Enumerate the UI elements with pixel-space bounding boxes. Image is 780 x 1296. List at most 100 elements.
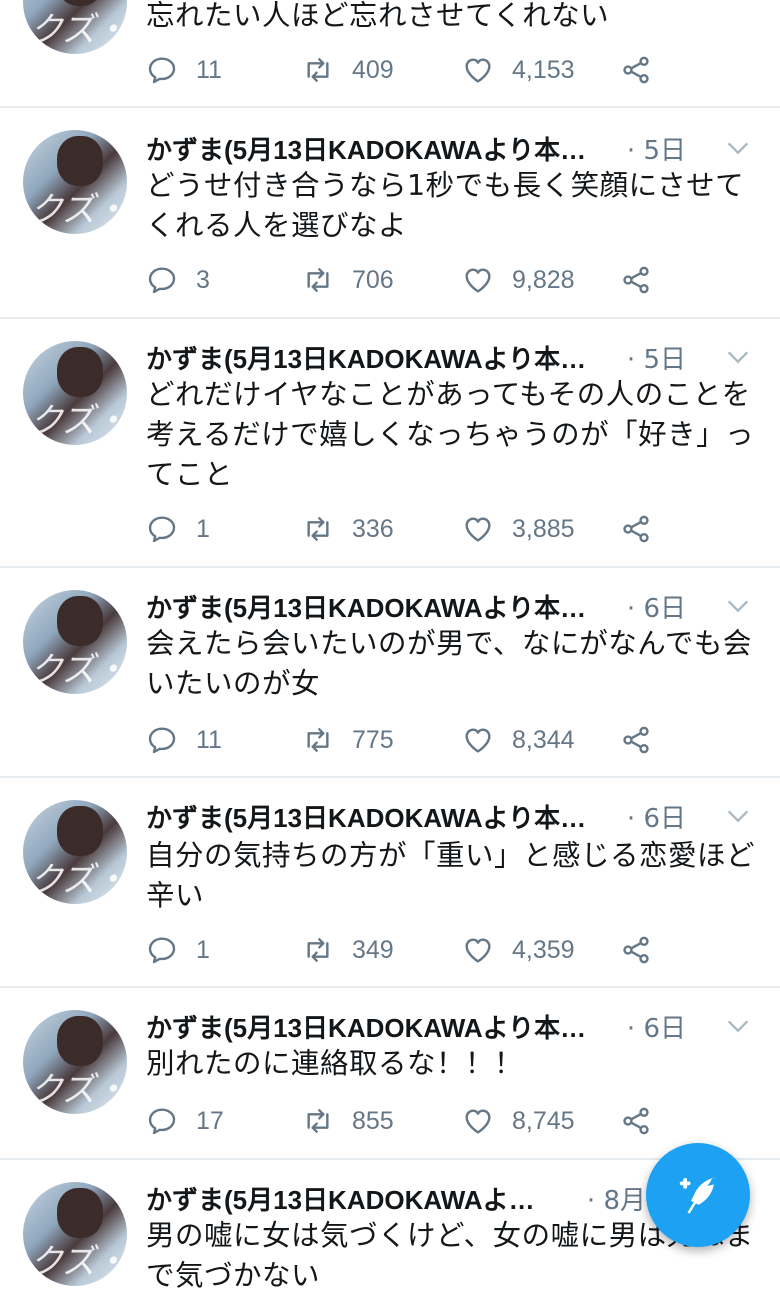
- reply-button[interactable]: 11: [146, 50, 222, 90]
- retweet-button[interactable]: 775: [302, 720, 394, 760]
- like-count: 4,359: [512, 935, 575, 964]
- avatar[interactable]: クズ・オブ: [23, 341, 127, 445]
- tweet-header: かずま(5月13日KADOKAWAより本… · 6日: [146, 586, 756, 626]
- chevron-down-icon[interactable]: [724, 592, 752, 620]
- tweet-item[interactable]: クズ・オブ 忘れたい人ほど忘れさせてくれない 11 409 4,153: [0, 0, 780, 108]
- share-button[interactable]: [620, 1101, 652, 1141]
- tweet-actions: 11 775 8,344: [146, 720, 666, 760]
- share-icon: [623, 1107, 649, 1135]
- author-name[interactable]: かずま(5月13日KADOKAWAより本…: [146, 588, 586, 625]
- reply-count: 17: [196, 1106, 224, 1135]
- avatar[interactable]: クズ・オブ: [23, 0, 127, 54]
- like-button[interactable]: 9,828: [462, 260, 575, 300]
- author-name[interactable]: かずま(5月13日KADOKAWAより本…: [146, 339, 586, 376]
- author-name[interactable]: かずま(5月13日KADOKAWAよ…: [146, 1180, 535, 1217]
- tweet-actions: 11 409 4,153: [146, 50, 666, 90]
- like-count: 9,828: [512, 265, 575, 294]
- compose-tweet-button[interactable]: [646, 1143, 750, 1247]
- tweet-actions: 17 855 8,745: [146, 1101, 666, 1141]
- tweet-item[interactable]: クズ・オブ かずま(5月13日KADOKAWAより本… · 5日 どうせ付き合う…: [0, 108, 780, 319]
- reply-icon: [148, 727, 176, 754]
- tweet-header: かずま(5月13日KADOKAWAより本… · 6日: [146, 1006, 756, 1046]
- reply-count: 1: [196, 514, 210, 543]
- reply-button[interactable]: 1: [146, 930, 210, 970]
- avatar[interactable]: クズ・オブ: [23, 590, 127, 694]
- tweet-text: 忘れたい人ほど忘れさせてくれない: [146, 0, 610, 32]
- tweet-text: どうせ付き合うなら1秒でも長く笑顔にさせてくれる人を選びなよ: [146, 169, 745, 242]
- like-button[interactable]: 8,745: [462, 1101, 575, 1141]
- tweet-header: かずま(5月13日KADOKAWAより本… · 6日: [146, 796, 756, 836]
- share-icon: [623, 515, 649, 543]
- share-icon: [623, 56, 649, 84]
- heart-icon: [465, 58, 491, 83]
- retweet-button[interactable]: 336: [302, 509, 394, 549]
- reply-button[interactable]: 17: [146, 1101, 224, 1141]
- chevron-down-icon[interactable]: [724, 1012, 752, 1040]
- share-button[interactable]: [620, 260, 652, 300]
- retweet-button[interactable]: 349: [302, 930, 394, 970]
- share-button[interactable]: [620, 720, 652, 760]
- tweet-item[interactable]: クズ・オブ かずま(5月13日KADOKAWAより本… · 6日 別れたのに連絡…: [0, 988, 780, 1160]
- tweet-time[interactable]: · 8月: [587, 1180, 646, 1217]
- reply-icon: [148, 267, 176, 294]
- tweet-header: かずま(5月13日KADOKAWAより本… · 5日: [146, 128, 756, 168]
- reply-count: 11: [196, 725, 222, 754]
- tweet-item[interactable]: クズ・オブ かずま(5月13日KADOKAWAより本… · 6日 会えたら会いた…: [0, 568, 780, 778]
- retweet-icon: [307, 728, 329, 752]
- reply-count: 3: [196, 265, 210, 294]
- reply-button[interactable]: 1: [146, 509, 210, 549]
- tweet-text: 会えたら会いたいのが男で、なにがなんでも会いたいのが女: [146, 627, 752, 700]
- avatar[interactable]: クズ・オブ: [23, 130, 127, 234]
- retweet-count: 409: [352, 55, 394, 84]
- heart-icon: [465, 268, 491, 293]
- chevron-down-icon[interactable]: [724, 134, 752, 162]
- reply-icon: [148, 1108, 176, 1135]
- like-count: 8,344: [512, 725, 575, 754]
- retweet-button[interactable]: 409: [302, 50, 394, 90]
- avatar[interactable]: クズ・オブ: [23, 1182, 127, 1286]
- tweet-item[interactable]: クズ・オブ かずま(5月13日KADOKAWAより本… · 5日 どれだけイヤな…: [0, 319, 780, 568]
- chevron-down-icon[interactable]: [724, 802, 752, 830]
- retweet-icon: [307, 268, 329, 292]
- tweet-actions: 1 336 3,885: [146, 509, 666, 549]
- reply-icon: [148, 57, 176, 84]
- author-name[interactable]: かずま(5月13日KADOKAWAより本…: [146, 1008, 586, 1045]
- tweet-text: 自分の気持ちの方が「重い」と感じる恋愛ほど辛い: [146, 839, 756, 912]
- share-button[interactable]: [620, 509, 652, 549]
- share-button[interactable]: [620, 930, 652, 970]
- tweet-time[interactable]: · 5日: [627, 130, 686, 167]
- retweet-count: 349: [352, 935, 394, 964]
- share-icon: [623, 936, 649, 964]
- like-count: 8,745: [512, 1106, 575, 1135]
- avatar[interactable]: クズ・オブ: [23, 1010, 127, 1114]
- heart-icon: [465, 517, 491, 542]
- share-icon: [623, 266, 649, 294]
- chevron-down-icon[interactable]: [724, 343, 752, 371]
- reply-button[interactable]: 3: [146, 260, 210, 300]
- reply-count: 11: [196, 55, 222, 84]
- retweet-count: 336: [352, 514, 394, 543]
- retweet-count: 775: [352, 725, 394, 754]
- tweet-time[interactable]: · 5日: [627, 339, 686, 376]
- like-button[interactable]: 3,885: [462, 509, 575, 549]
- author-name[interactable]: かずま(5月13日KADOKAWAより本…: [146, 130, 586, 167]
- heart-icon: [465, 938, 491, 963]
- avatar[interactable]: クズ・オブ: [23, 800, 127, 904]
- tweet-time[interactable]: · 6日: [627, 798, 686, 835]
- like-button[interactable]: 4,153: [462, 50, 575, 90]
- reply-count: 1: [196, 935, 210, 964]
- like-button[interactable]: 4,359: [462, 930, 575, 970]
- reply-icon: [148, 937, 176, 964]
- retweet-icon: [307, 58, 329, 82]
- reply-button[interactable]: 11: [146, 720, 222, 760]
- share-icon: [623, 726, 649, 754]
- like-button[interactable]: 8,344: [462, 720, 575, 760]
- retweet-button[interactable]: 855: [302, 1101, 394, 1141]
- retweet-button[interactable]: 706: [302, 260, 394, 300]
- author-name[interactable]: かずま(5月13日KADOKAWAより本…: [146, 798, 586, 835]
- tweet-item[interactable]: クズ・オブ かずま(5月13日KADOKAWAより本… · 6日 自分の気持ちの…: [0, 778, 780, 988]
- tweet-time[interactable]: · 6日: [627, 1008, 686, 1045]
- tweet-time[interactable]: · 6日: [627, 588, 686, 625]
- share-button[interactable]: [620, 50, 652, 90]
- heart-icon: [465, 1109, 491, 1134]
